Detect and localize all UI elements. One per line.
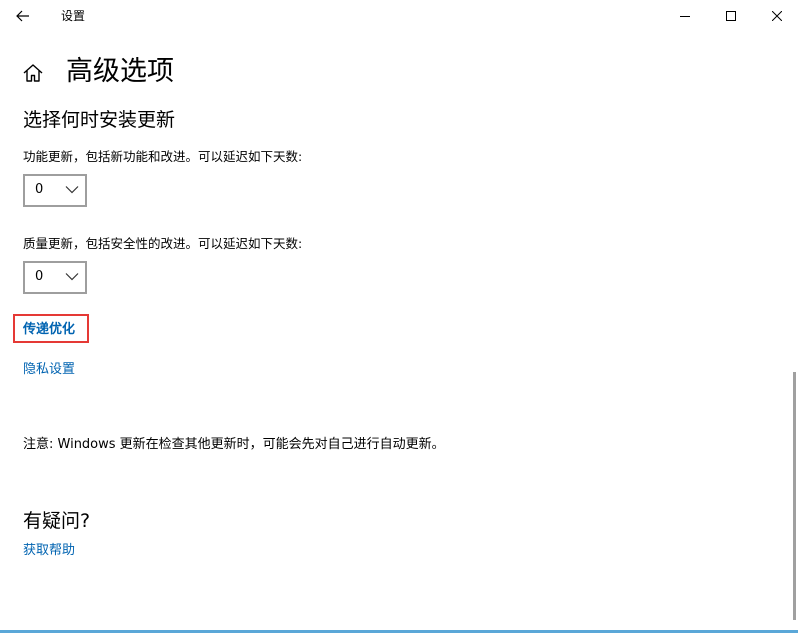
back-button[interactable] (8, 2, 38, 30)
title-bar: 设置 (0, 0, 798, 32)
privacy-settings-link[interactable]: 隐私设置 (23, 361, 75, 379)
page-title: 高级选项 (66, 56, 174, 87)
section-title-install-time: 选择何时安装更新 (23, 109, 176, 131)
close-icon (772, 11, 782, 21)
chevron-down-icon (65, 186, 79, 194)
feature-updates-label: 功能更新，包括新功能和改进。可以延迟如下天数: (23, 149, 303, 164)
minimize-icon (680, 16, 690, 17)
get-help-link[interactable]: 获取帮助 (23, 542, 75, 560)
feature-updates-defer-select[interactable]: 0 (23, 174, 87, 207)
back-arrow-icon (16, 10, 29, 22)
minimize-button[interactable] (662, 0, 708, 32)
home-icon[interactable] (22, 62, 44, 84)
delivery-optimization-link[interactable]: 传递优化 (23, 321, 75, 339)
update-note: 注意: Windows 更新在检查其他更新时，可能会先对自己进行自动更新。 (23, 437, 445, 452)
maximize-button[interactable] (708, 0, 754, 32)
chevron-down-icon (65, 273, 79, 281)
close-button[interactable] (754, 0, 798, 32)
quality-updates-label: 质量更新，包括安全性的改进。可以延迟如下天数: (23, 236, 303, 251)
feature-updates-defer-value: 0 (35, 182, 44, 197)
maximize-icon (726, 11, 736, 21)
quality-updates-defer-value: 0 (35, 269, 44, 284)
quality-updates-defer-select[interactable]: 0 (23, 261, 87, 294)
app-title: 设置 (61, 9, 86, 23)
help-section-title: 有疑问? (23, 510, 91, 532)
scrollbar[interactable] (793, 372, 796, 620)
